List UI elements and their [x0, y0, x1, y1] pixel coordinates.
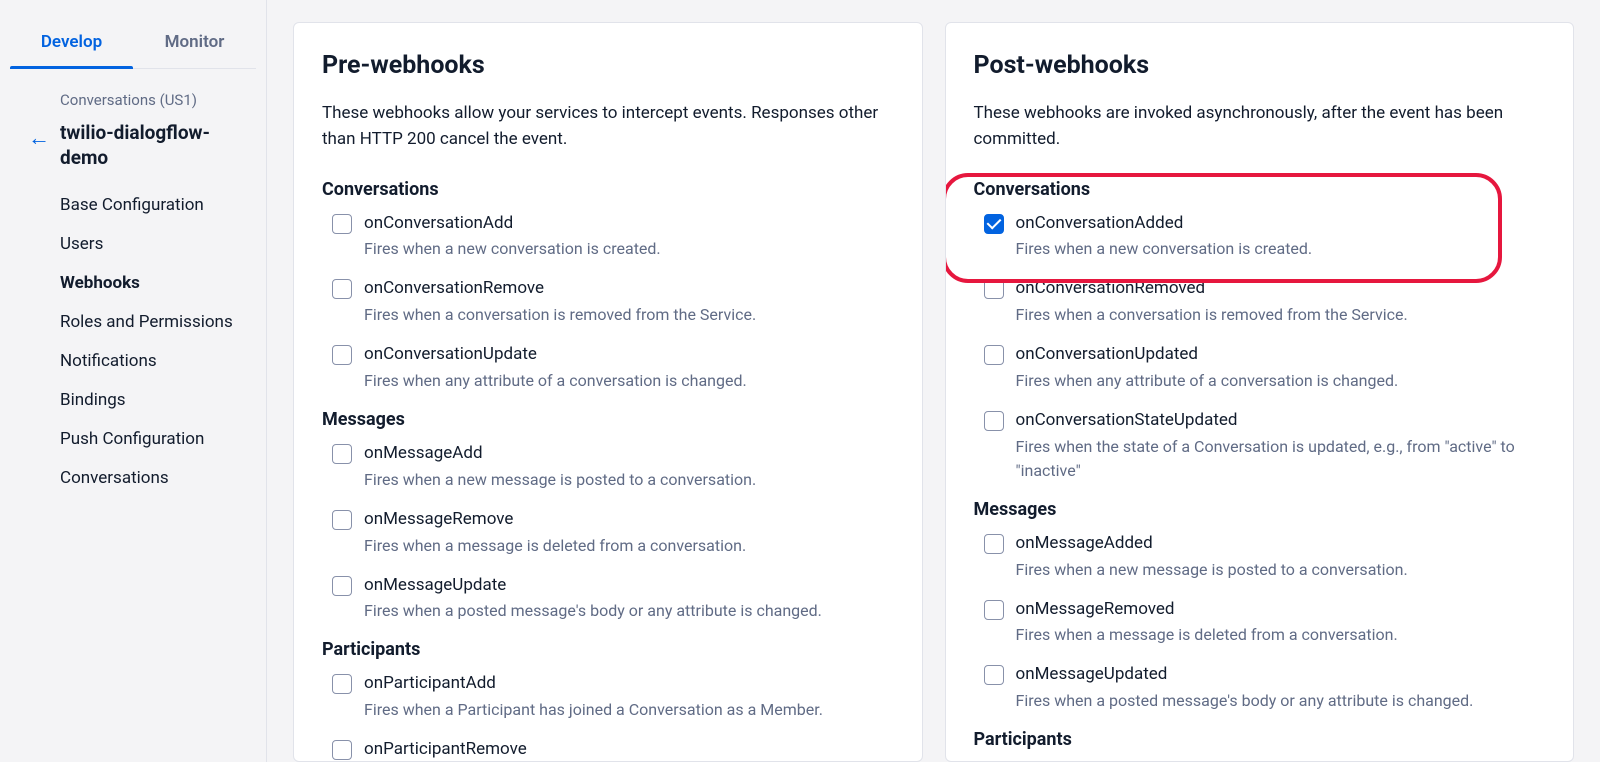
check-desc: Fires when a message is deleted from a c… [1016, 623, 1546, 647]
post-check-row: onConversationRemovedFires when a conver… [974, 277, 1546, 327]
pre-desc: These webhooks allow your services to in… [322, 100, 894, 153]
check-desc: Fires when a new message is posted to a … [364, 468, 894, 492]
pre-check-row: onConversationAddFires when a new conver… [322, 212, 894, 262]
pre-check-row: onMessageRemoveFires when a message is d… [322, 508, 894, 558]
check-desc: Fires when a message is deleted from a c… [364, 534, 894, 558]
check-desc: Fires when a posted message's body or an… [1016, 689, 1546, 713]
check-label: onConversationRemove [364, 277, 894, 301]
nav-list: Base ConfigurationUsersWebhooksRoles and… [10, 186, 256, 498]
check-label: onParticipantRemove [364, 738, 894, 762]
post-webhooks-panel: Post-webhooks These webhooks are invoked… [945, 22, 1575, 762]
post-title: Post-webhooks [974, 51, 1546, 80]
main-area: Pre-webhooks These webhooks allow your s… [267, 0, 1600, 762]
post-check-row: onMessageUpdatedFires when a posted mess… [974, 663, 1546, 713]
checkbox-onParticipantAdd[interactable] [332, 674, 352, 694]
nav-item-bindings[interactable]: Bindings [10, 381, 256, 420]
checkbox-onConversationUpdated[interactable] [984, 345, 1004, 365]
check-desc: Fires when a new conversation is created… [364, 237, 894, 261]
checkbox-onMessageUpdated[interactable] [984, 665, 1004, 685]
nav-item-base-configuration[interactable]: Base Configuration [10, 186, 256, 225]
checkbox-onConversationAdd[interactable] [332, 214, 352, 234]
breadcrumb[interactable]: Conversations (US1) [10, 91, 256, 109]
checkbox-onConversationStateUpdated[interactable] [984, 411, 1004, 431]
post-group-heading: Messages [974, 499, 1546, 520]
pre-check-row: onMessageUpdateFires when a posted messa… [322, 574, 894, 624]
check-desc: Fires when the state of a Conversation i… [1016, 435, 1546, 483]
post-check-row: onConversationStateUpdatedFires when the… [974, 409, 1546, 483]
pre-group-heading: Conversations [322, 179, 894, 200]
post-check-row: onMessageAddedFires when a new message i… [974, 532, 1546, 582]
checkbox-onConversationUpdate[interactable] [332, 345, 352, 365]
checkbox-onMessageRemoved[interactable] [984, 600, 1004, 620]
check-desc: Fires when a new conversation is created… [1016, 237, 1546, 261]
post-group-heading: Participants [974, 729, 1546, 750]
check-label: onMessageAdd [364, 442, 894, 466]
checkbox-onParticipantRemove[interactable] [332, 740, 352, 760]
post-group-heading: Conversations [974, 179, 1546, 200]
check-label: onMessageAdded [1016, 532, 1546, 556]
check-label: onConversationUpdated [1016, 343, 1546, 367]
check-desc: Fires when a conversation is removed fro… [1016, 303, 1546, 327]
nav-item-roles-and-permissions[interactable]: Roles and Permissions [10, 303, 256, 342]
back-arrow-icon[interactable]: ← [28, 125, 50, 151]
checkbox-onConversationRemoved[interactable] [984, 279, 1004, 299]
project-row: ← twilio-dialogflow-demo [10, 121, 256, 170]
pre-check-row: onConversationRemoveFires when a convers… [322, 277, 894, 327]
check-label: onParticipantAdd [364, 672, 894, 696]
post-desc: These webhooks are invoked asynchronousl… [974, 100, 1546, 153]
pre-check-row: onParticipantAddFires when a Participant… [322, 672, 894, 722]
checkbox-onConversationRemove[interactable] [332, 279, 352, 299]
tab-develop[interactable]: Develop [10, 18, 133, 68]
check-desc: Fires when a new message is posted to a … [1016, 558, 1546, 582]
check-label: onConversationAdded [1016, 212, 1546, 236]
checkbox-onMessageAdded[interactable] [984, 534, 1004, 554]
check-label: onMessageUpdate [364, 574, 894, 598]
check-desc: Fires when a posted message's body or an… [364, 599, 894, 623]
nav-item-push-configuration[interactable]: Push Configuration [10, 420, 256, 459]
check-label: onConversationAdd [364, 212, 894, 236]
check-label: onMessageUpdated [1016, 663, 1546, 687]
pre-check-row: onConversationUpdateFires when any attri… [322, 343, 894, 393]
post-check-row: onConversationUpdatedFires when any attr… [974, 343, 1546, 393]
post-check-row: onMessageRemovedFires when a message is … [974, 598, 1546, 648]
pre-check-row: onMessageAddFires when a new message is … [322, 442, 894, 492]
check-desc: Fires when any attribute of a conversati… [364, 369, 894, 393]
check-desc: Fires when a Participant has joined a Co… [364, 698, 894, 722]
pre-webhooks-panel: Pre-webhooks These webhooks allow your s… [293, 22, 923, 762]
check-label: onMessageRemoved [1016, 598, 1546, 622]
sidebar-tabs: Develop Monitor [10, 18, 256, 69]
check-label: onMessageRemove [364, 508, 894, 532]
check-desc: Fires when any attribute of a conversati… [1016, 369, 1546, 393]
nav-item-conversations[interactable]: Conversations [10, 459, 256, 498]
checkbox-onMessageRemove[interactable] [332, 510, 352, 530]
sidebar: Develop Monitor Conversations (US1) ← tw… [0, 0, 267, 762]
checkbox-onMessageAdd[interactable] [332, 444, 352, 464]
post-check-row: onConversationAddedFires when a new conv… [974, 212, 1546, 262]
check-label: onConversationUpdate [364, 343, 894, 367]
check-label: onConversationRemoved [1016, 277, 1546, 301]
pre-group-heading: Messages [322, 409, 894, 430]
project-name: twilio-dialogflow-demo [60, 121, 256, 170]
nav-item-users[interactable]: Users [10, 225, 256, 264]
checkbox-onConversationAdded[interactable] [984, 214, 1004, 234]
pre-title: Pre-webhooks [322, 51, 894, 80]
check-label: onConversationStateUpdated [1016, 409, 1546, 433]
check-desc: Fires when a conversation is removed fro… [364, 303, 894, 327]
checkbox-onMessageUpdate[interactable] [332, 576, 352, 596]
pre-group-heading: Participants [322, 639, 894, 660]
nav-item-notifications[interactable]: Notifications [10, 342, 256, 381]
nav-item-webhooks[interactable]: Webhooks [10, 264, 256, 303]
pre-check-row: onParticipantRemove [322, 738, 894, 762]
tab-monitor[interactable]: Monitor [133, 18, 256, 68]
